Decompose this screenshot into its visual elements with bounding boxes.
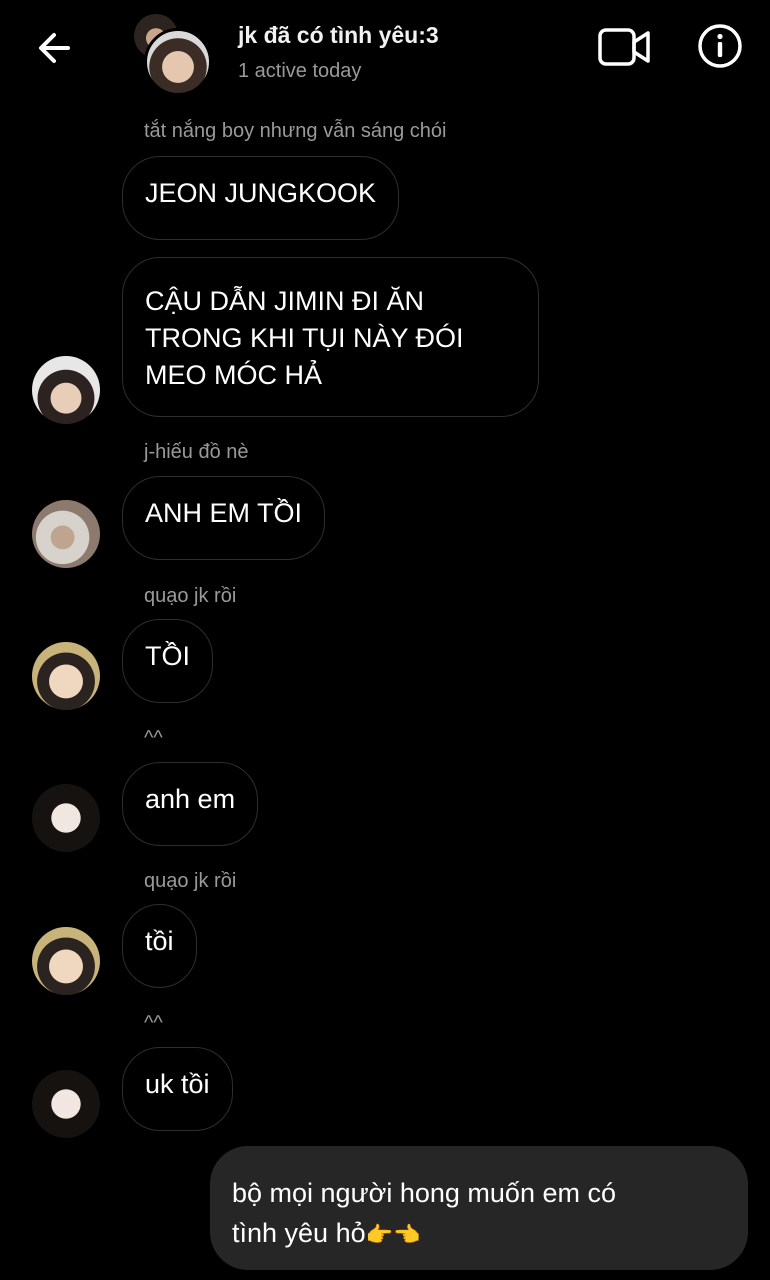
message-text: anh em [145,784,236,814]
message-bubble[interactable]: JEON JUNGKOOK [122,156,400,240]
chat-header: jk đã có tình yêu:3 1 active today [0,0,770,100]
message-text: ANH EM TỒI [145,498,303,528]
message-text: uk tồi [145,1069,210,1099]
sender-label: ^^ [144,1012,163,1034]
message-bubble[interactable]: uk tồi [122,1047,233,1131]
message-bubble[interactable]: tồi [122,904,197,988]
message-text: TỒI [145,641,190,671]
info-icon [698,24,742,68]
message-bubble[interactable]: CẬU DẪN JIMIN ĐI ĂN TRONG KHI TỤI NÀY ĐÓ… [122,257,539,417]
video-call-icon [598,28,650,66]
avatar[interactable] [32,356,100,424]
sender-label: ^^ [144,727,163,749]
sender-label: quạo jk rồi [144,870,237,892]
back-arrow-icon [39,33,70,63]
avatar[interactable] [32,927,100,995]
video-call-button[interactable] [598,26,652,68]
message-text: TRONG KHI TỤI NÀY ĐÓI [145,323,464,353]
back-button[interactable] [30,24,78,72]
sender-label: j-hiếu đồ nè [144,441,249,463]
message-bubble[interactable]: ANH EM TỒI [122,476,326,560]
sender-label: quạo jk rồi [144,585,237,607]
message-text: tình yêu hỏ [232,1218,366,1248]
info-button[interactable] [696,22,744,70]
group-avatar[interactable] [134,14,214,96]
avatar[interactable] [32,642,100,710]
message-text: tồi [145,926,174,956]
sender-label: tắt nắng boy nhưng vẫn sáng chói [144,120,447,142]
avatar[interactable] [32,784,100,852]
pointing-hands-icon: 👉👈 [365,1222,421,1247]
message-bubble[interactable]: TỒI [122,619,213,703]
message-text: CẬU DẪN JIMIN ĐI ĂN [145,286,425,316]
active-status: 1 active today [238,60,362,82]
message-text-line2: tình yêu hỏ👉👈 [232,1213,728,1255]
message-text: JEON JUNGKOOK [145,178,377,208]
avatar[interactable] [32,500,100,568]
group-avatar-front [144,28,212,96]
message-text: MEO MÓC HẢ [145,360,323,390]
message-bubble[interactable]: anh em [122,762,259,846]
avatar[interactable] [32,1070,100,1138]
chat-title[interactable]: jk đã có tình yêu:3 [238,22,439,49]
outgoing-message-bubble[interactable]: bộ mọi người hong muốn em có tình yêu hỏ… [210,1146,748,1270]
message-text: bộ mọi người hong muốn em có [232,1178,616,1208]
